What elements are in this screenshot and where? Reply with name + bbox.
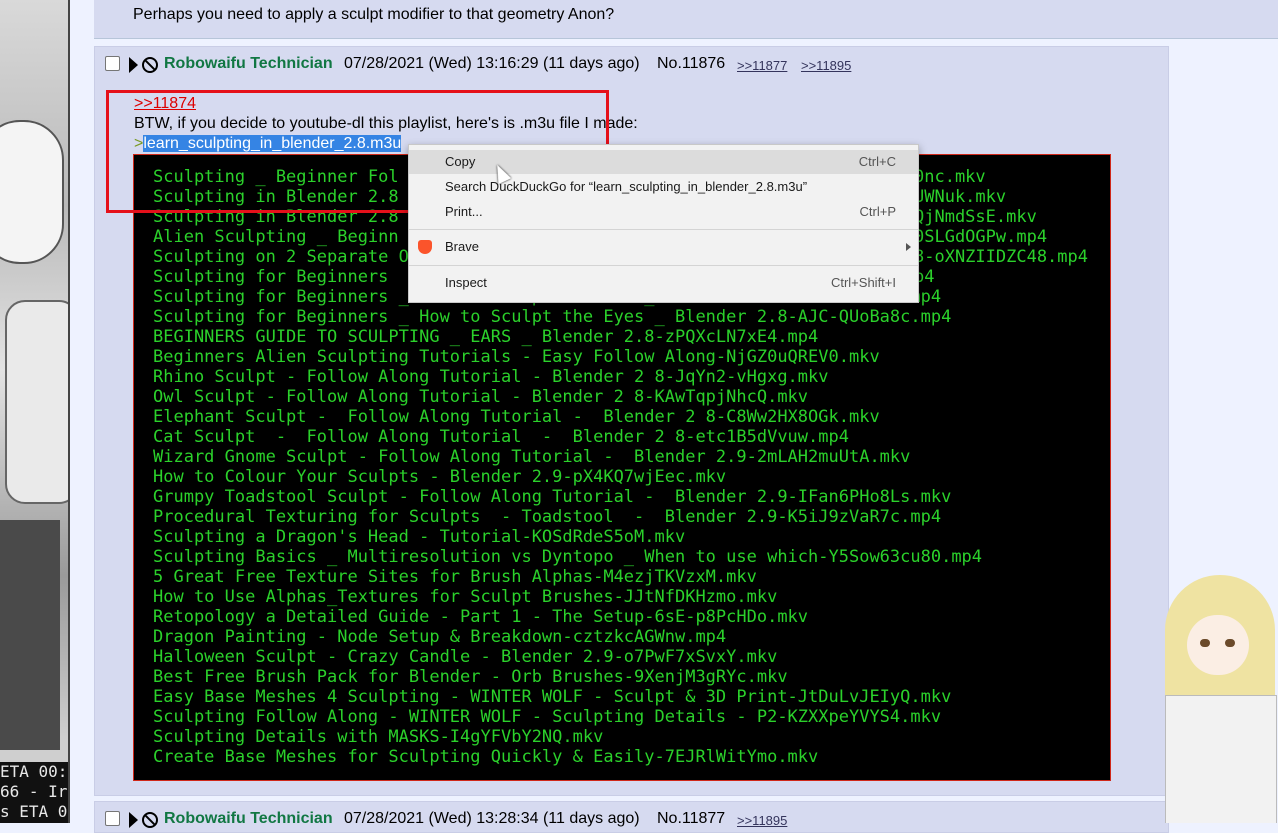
code-line: Owl Sculpt - Follow Along Tutorial - Ble… xyxy=(153,387,809,407)
terminal-line: 66 - Ir xyxy=(0,782,68,801)
expand-arrow-icon[interactable] xyxy=(129,57,138,73)
menu-item-brave[interactable]: Brave xyxy=(409,235,918,259)
code-line: How to Use Alphas_Textures for Sculpt Br… xyxy=(153,587,778,607)
code-line: Rhino Sculpt - Follow Along Tutorial - B… xyxy=(153,367,829,387)
anime-character-artwork xyxy=(1105,575,1278,823)
code-line: Retopology a Detailed Guide - Part 1 - T… xyxy=(153,607,809,627)
terminal-line: ETA 00: xyxy=(0,762,68,781)
code-line: Halloween Sculpt - Crazy Candle - Blende… xyxy=(153,647,778,667)
window-divider xyxy=(68,0,70,823)
menu-item-print[interactable]: Print... Ctrl+P xyxy=(409,200,918,224)
menu-item-inspect[interactable]: Inspect Ctrl+Shift+I xyxy=(409,271,918,295)
menu-item-label: Print... xyxy=(445,204,483,219)
post-checkbox[interactable] xyxy=(105,56,120,71)
code-line: Alien Sculpting _ Beginn xyxy=(153,227,399,247)
backlink[interactable]: >>11895 xyxy=(801,58,851,73)
code-line: Wizard Gnome Sculpt - Follow Along Tutor… xyxy=(153,447,911,467)
menu-item-label: Copy xyxy=(445,154,476,169)
code-line: Sculpting for Beginners xyxy=(153,267,389,287)
menu-item-search-duckduckgo[interactable]: Search DuckDuckGo for “learn_sculpting_i… xyxy=(409,175,918,199)
code-line: Beginners Alien Sculpting Tutorials - Ea… xyxy=(153,347,880,367)
code-line: 5 Great Free Texture Sites for Brush Alp… xyxy=(153,567,757,587)
menu-item-shortcut: Ctrl+C xyxy=(858,154,896,169)
menu-separator xyxy=(409,265,918,266)
hide-post-icon[interactable] xyxy=(142,812,158,828)
expand-arrow-icon[interactable] xyxy=(129,812,138,828)
menu-item-label: Inspect xyxy=(445,275,487,290)
brave-icon xyxy=(418,240,432,254)
code-line: Dragon Painting - Node Setup & Breakdown… xyxy=(153,627,727,647)
post-checkbox[interactable] xyxy=(105,811,120,826)
menu-item-label: Brave xyxy=(445,239,479,254)
code-line: Sculpting Basics _ Multiresolution vs Dy… xyxy=(153,547,983,567)
menu-item-shortcut: Ctrl+Shift+I xyxy=(830,275,896,290)
menu-separator xyxy=(409,229,918,230)
terminal-window: ETA 00: 66 - Ir s ETA 0 xyxy=(0,762,68,823)
code-line: Elephant Sculpt - Follow Along Tutorial … xyxy=(153,407,880,427)
terminal-line: s ETA 0 xyxy=(0,802,68,821)
previous-post: Perhaps you need to apply a sculpt modif… xyxy=(94,0,1278,39)
code-line-tail: 0nc.mkv xyxy=(914,167,986,187)
background-artwork xyxy=(0,0,68,823)
code-line: Sculpting for Beginners _ How to Sculpt … xyxy=(153,307,952,327)
code-line: Easy Base Meshes 4 Sculpting - WINTER WO… xyxy=(153,687,952,707)
submenu-arrow-icon xyxy=(906,243,911,251)
code-line: Sculpting Follow Along - WINTER WOLF - S… xyxy=(153,707,942,727)
code-line: How to Colour Your Sculpts - Blender 2.9… xyxy=(153,467,727,487)
code-line: Sculpting Details with MASKS-I4gYFVbY2NQ… xyxy=(153,727,604,747)
code-line-tail: QjNmdSsE.mkv xyxy=(914,207,1037,227)
post-11877: Robowaifu Technician 07/28/2021 (Wed) 13… xyxy=(94,801,1169,833)
code-line-tail: 8-oXNZIIDZC48.mp4 xyxy=(914,247,1088,267)
menu-item-shortcut: Ctrl+P xyxy=(859,204,896,219)
code-line: Cat Sculpt - Follow Along Tutorial - Ble… xyxy=(153,427,849,447)
code-line: Sculpting a Dragon's Head - Tutorial-KOS… xyxy=(153,527,686,547)
context-menu: Copy Ctrl+C Search DuckDuckGo for “learn… xyxy=(408,144,919,303)
post-date: 07/28/2021 (Wed) 13:28:34 (11 days ago) xyxy=(344,810,640,827)
menu-item-copy[interactable]: Copy Ctrl+C xyxy=(409,150,918,174)
poster-name: Robowaifu Technician xyxy=(164,55,333,72)
code-line: Best Free Brush Pack for Blender - Orb B… xyxy=(153,667,788,687)
post-number[interactable]: No.11877 xyxy=(657,810,725,828)
code-line: Procedural Texturing for Sculpts - Toads… xyxy=(153,507,942,527)
poster-name: Robowaifu Technician xyxy=(164,810,333,827)
backlink[interactable]: >>11877 xyxy=(737,58,787,73)
code-line: BEGINNERS GUIDE TO SCULPTING _ EARS _ Bl… xyxy=(153,327,819,347)
code-line: Create Base Meshes for Sculpting Quickly… xyxy=(153,747,819,767)
post-date: 07/28/2021 (Wed) 13:16:29 (11 days ago) xyxy=(344,55,640,72)
post-text: Perhaps you need to apply a sculpt modif… xyxy=(133,6,615,23)
hide-post-icon[interactable] xyxy=(142,57,158,73)
code-line: Sculpting on 2 Separate O xyxy=(153,247,409,267)
code-line: Grumpy Toadstool Sculpt - Follow Along T… xyxy=(153,487,952,507)
backlink[interactable]: >>11895 xyxy=(737,813,787,828)
post-number[interactable]: No.11876 xyxy=(657,55,725,73)
code-line-tail: UWNuk.mkv xyxy=(914,187,1007,207)
code-line-tail: 0SLGdOGPw.mp4 xyxy=(914,227,1048,247)
